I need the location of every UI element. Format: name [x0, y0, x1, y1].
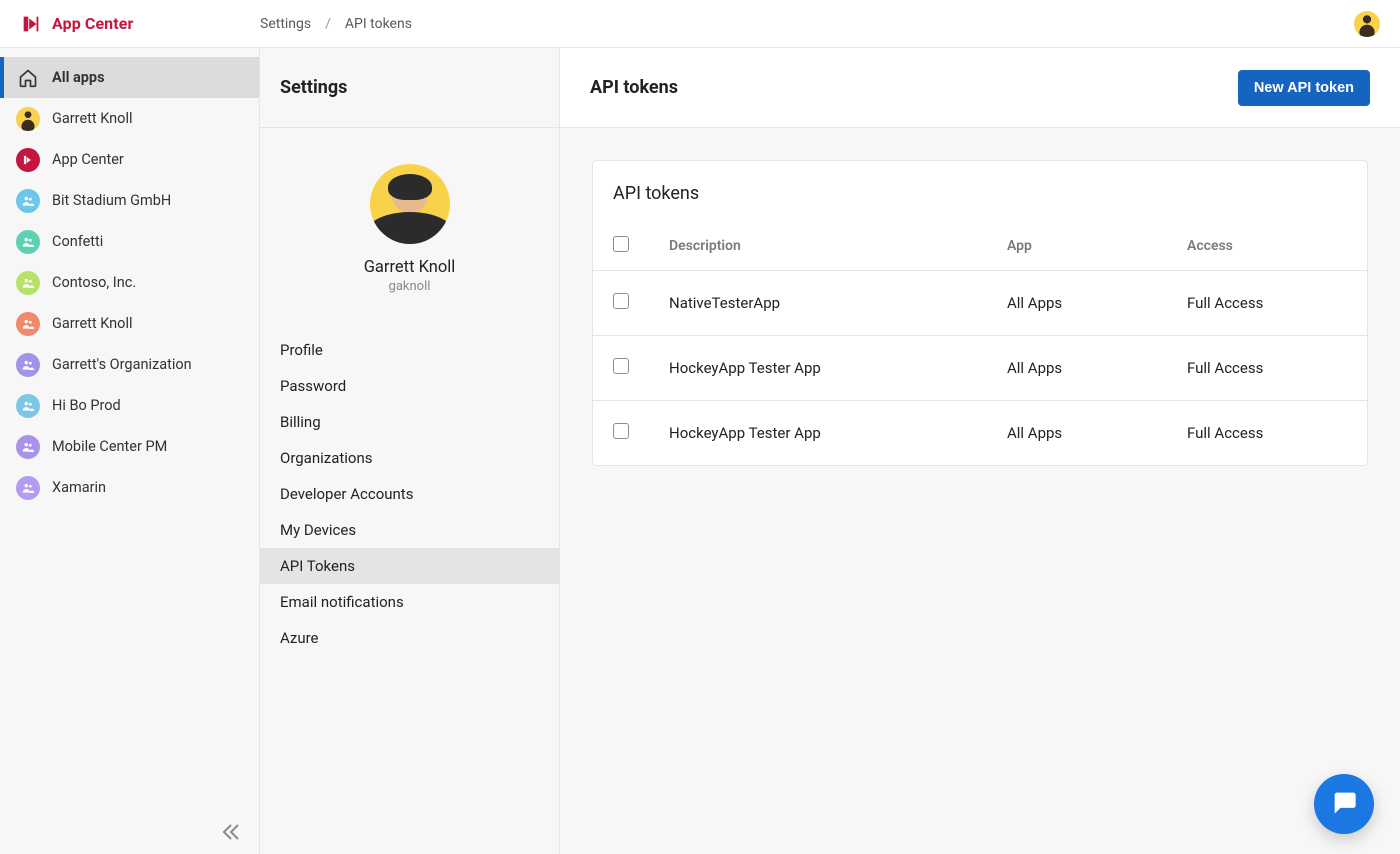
table-row[interactable]: HockeyApp Tester AppAll AppsFull Access: [593, 401, 1367, 466]
people-icon: [16, 189, 40, 213]
card-title: API tokens: [593, 161, 1367, 222]
breadcrumb-current: API tokens: [345, 16, 412, 32]
main-header: API tokens New API token: [560, 48, 1400, 128]
row-description: HockeyApp Tester App: [649, 401, 987, 466]
settings-nav-item[interactable]: Organizations: [260, 440, 559, 476]
row-app: All Apps: [987, 336, 1167, 401]
breadcrumb-separator: /: [325, 16, 331, 32]
settings-header: Settings: [260, 48, 559, 128]
row-access: Full Access: [1167, 401, 1367, 466]
sidebar-item[interactable]: Bit Stadium GmbH: [0, 180, 259, 221]
appcenter-logo-icon: [20, 13, 42, 35]
help-chat-button[interactable]: [1314, 774, 1374, 834]
settings-nav-item[interactable]: Profile: [260, 332, 559, 368]
sidebar-all-apps-label: All apps: [52, 69, 105, 86]
appcenter-logo-icon: [16, 148, 40, 172]
settings-nav-item[interactable]: API Tokens: [260, 548, 559, 584]
settings-nav-item[interactable]: Billing: [260, 404, 559, 440]
sidebar-item[interactable]: Xamarin: [0, 467, 259, 508]
profile-name: Garrett Knoll: [364, 258, 456, 277]
user-avatar-menu[interactable]: [1354, 11, 1380, 37]
row-app: All Apps: [987, 271, 1167, 336]
settings-column: Settings Garrett Knoll gaknoll ProfilePa…: [260, 48, 560, 854]
sidebar-item-label: Hi Bo Prod: [52, 397, 121, 414]
sidebar-item-label: Bit Stadium GmbH: [52, 192, 171, 209]
people-icon: [16, 394, 40, 418]
chat-icon: [1330, 788, 1358, 820]
people-icon: [16, 353, 40, 377]
sidebar-list: All apps Garrett Knoll App Center Bit Stad…: [0, 48, 259, 508]
row-access: Full Access: [1167, 336, 1367, 401]
sidebar-item[interactable]: Hi Bo Prod: [0, 385, 259, 426]
profile-avatar: [370, 164, 450, 244]
sidebar-item-label: Garrett Knoll: [52, 315, 133, 332]
page-title: API tokens: [590, 77, 678, 98]
sidebar-item-label: Garrett's Organization: [52, 356, 192, 373]
settings-nav-item[interactable]: Email notifications: [260, 584, 559, 620]
settings-nav: ProfilePasswordBillingOrganizationsDevel…: [260, 332, 559, 656]
sidebar-item-label: Mobile Center PM: [52, 438, 167, 455]
new-api-token-button[interactable]: New API token: [1238, 70, 1370, 106]
settings-nav-item[interactable]: Password: [260, 368, 559, 404]
brand-label: App Center: [52, 14, 133, 33]
sidebar-item-label: Xamarin: [52, 479, 106, 496]
row-description: NativeTesterApp: [649, 271, 987, 336]
brand-block[interactable]: App Center: [20, 13, 260, 35]
sidebar-item[interactable]: Confetti: [0, 221, 259, 262]
row-app: All Apps: [987, 401, 1167, 466]
sidebar-item[interactable]: Contoso, Inc.: [0, 262, 259, 303]
profile-username: gaknoll: [389, 279, 431, 294]
sidebar-item[interactable]: App Center: [0, 139, 259, 180]
user-avatar-icon: [16, 107, 40, 131]
sidebar-item[interactable]: Garrett's Organization: [0, 344, 259, 385]
table-row[interactable]: HockeyApp Tester AppAll AppsFull Access: [593, 336, 1367, 401]
column-description[interactable]: Description: [649, 222, 987, 271]
api-tokens-card: API tokens Description App Access Native…: [592, 160, 1368, 466]
home-icon: [16, 66, 40, 90]
sidebar-item-label: Garrett Knoll: [52, 110, 133, 127]
people-icon: [16, 435, 40, 459]
row-checkbox[interactable]: [613, 293, 629, 309]
people-icon: [16, 476, 40, 500]
row-description: HockeyApp Tester App: [649, 336, 987, 401]
sidebar-item-label: Confetti: [52, 233, 103, 250]
settings-nav-item[interactable]: Azure: [260, 620, 559, 656]
settings-nav-item[interactable]: Developer Accounts: [260, 476, 559, 512]
row-access: Full Access: [1167, 271, 1367, 336]
sidebar: All apps Garrett Knoll App Center Bit Stad…: [0, 48, 260, 854]
breadcrumb: Settings / API tokens: [260, 16, 412, 32]
main: API tokens New API token API tokens Desc…: [560, 48, 1400, 854]
breadcrumb-settings[interactable]: Settings: [260, 16, 311, 32]
profile-card: Garrett Knoll gaknoll: [260, 128, 559, 312]
sidebar-item[interactable]: Mobile Center PM: [0, 426, 259, 467]
column-access[interactable]: Access: [1167, 222, 1367, 271]
people-icon: [16, 312, 40, 336]
people-icon: [16, 271, 40, 295]
select-all-checkbox[interactable]: [613, 236, 629, 252]
api-tokens-table: Description App Access NativeTesterAppAl…: [593, 222, 1367, 465]
row-checkbox[interactable]: [613, 423, 629, 439]
sidebar-all-apps[interactable]: All apps: [0, 57, 259, 98]
settings-nav-item[interactable]: My Devices: [260, 512, 559, 548]
settings-title: Settings: [280, 77, 347, 98]
sidebar-item-label: App Center: [52, 151, 124, 168]
table-row[interactable]: NativeTesterAppAll AppsFull Access: [593, 271, 1367, 336]
topbar: App Center Settings / API tokens: [0, 0, 1400, 48]
column-app[interactable]: App: [987, 222, 1167, 271]
collapse-sidebar-icon[interactable]: [219, 820, 243, 844]
sidebar-item-label: Contoso, Inc.: [52, 274, 136, 291]
row-checkbox[interactable]: [613, 358, 629, 374]
sidebar-item[interactable]: Garrett Knoll: [0, 303, 259, 344]
people-icon: [16, 230, 40, 254]
sidebar-item[interactable]: Garrett Knoll: [0, 98, 259, 139]
